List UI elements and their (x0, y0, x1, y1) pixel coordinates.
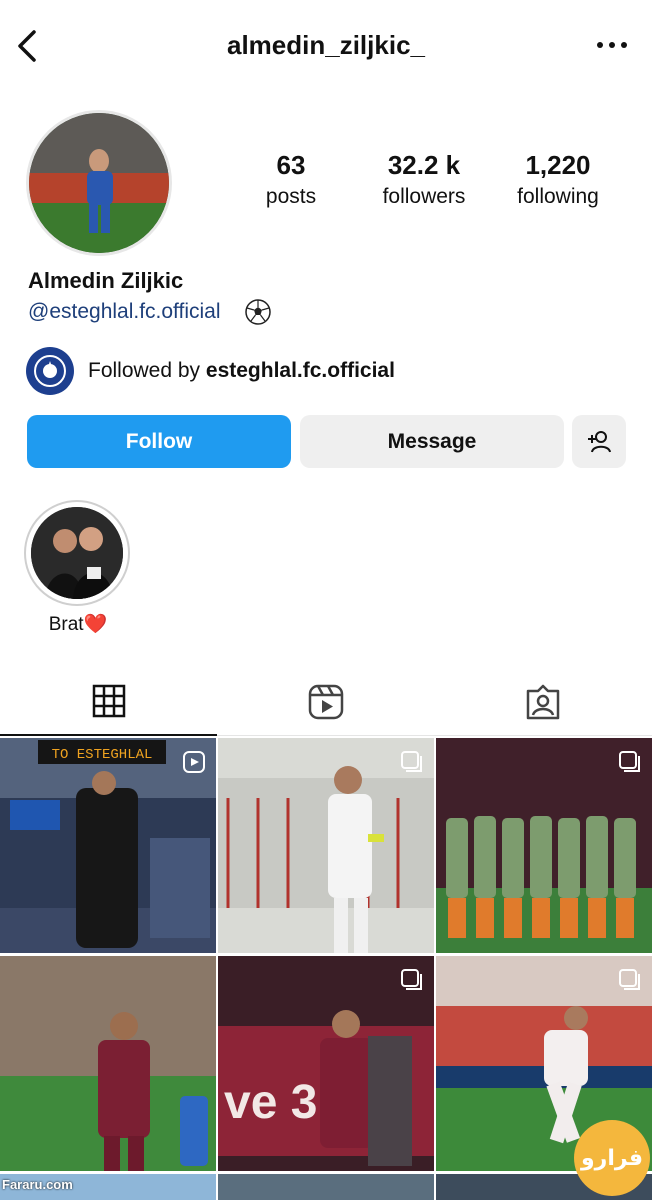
stat-label: following (517, 185, 599, 208)
followed-by-account[interactable]: esteghlal.fc.official (206, 359, 395, 382)
more-horizontal-icon[interactable] (594, 34, 630, 56)
followed-by-prefix: Followed by (88, 359, 206, 382)
stat-label: posts (265, 185, 317, 208)
watermark-logo: فرارو (574, 1120, 650, 1196)
profile-tabs (0, 668, 652, 736)
carousel-icon (619, 751, 640, 772)
reel-icon (183, 751, 205, 773)
stat-value: 63 (276, 150, 306, 180)
followed-by-row[interactable]: Followed by esteghlal.fc.official (26, 347, 626, 395)
followers-count[interactable]: 32.2 k followers (354, 150, 494, 209)
tab-tagged[interactable] (434, 668, 651, 736)
tab-reels[interactable] (217, 668, 434, 736)
carousel-icon (619, 969, 640, 990)
story-highlight[interactable]: Brat❤️ (24, 500, 132, 636)
highlight-cover (31, 507, 123, 599)
carousel-icon (401, 969, 422, 990)
profile-username: almedin_ziljkic_ (227, 30, 425, 60)
post-tile[interactable]: TO ESTEGHLAL (0, 738, 216, 953)
followed-by-avatar (26, 347, 74, 395)
add-user-icon (588, 430, 611, 452)
svg-text:ve 3: ve 3 (224, 1076, 317, 1129)
watermark-text: Fararu.com (2, 1177, 73, 1192)
profile-full-name: Almedin Ziljkic (28, 268, 184, 293)
post-tile[interactable]: ve 3 (218, 956, 434, 1171)
posts-count[interactable]: 63 posts (221, 150, 361, 209)
top-bar: almedin_ziljkic_ (0, 0, 652, 92)
profile-avatar[interactable] (26, 110, 172, 256)
post-tile[interactable] (436, 738, 652, 953)
following-count[interactable]: 1,220 following (488, 150, 628, 209)
stat-value: 32.2 k (387, 150, 461, 180)
stat-value: 1,220 (525, 150, 591, 180)
soccer-ball-icon (245, 299, 271, 325)
grid-icon (92, 684, 125, 718)
tagged-icon (526, 684, 559, 720)
highlight-ring (24, 500, 130, 606)
post-tile[interactable] (218, 1174, 434, 1200)
add-user-button[interactable] (572, 415, 626, 468)
post-tile[interactable] (218, 738, 434, 953)
post-overlay-text: TO ESTEGHLAL (52, 747, 153, 763)
post-tile[interactable] (0, 956, 216, 1171)
highlight-label: Brat❤️ (48, 614, 108, 635)
bio-mention-link[interactable]: @esteghlal.fc.official (28, 300, 221, 324)
follow-button[interactable]: Follow (27, 415, 291, 468)
followed-by-text: Followed by esteghlal.fc.official (88, 359, 395, 383)
tab-grid[interactable] (0, 668, 217, 736)
reels-icon (308, 684, 343, 720)
posts-grid: TO ESTEGHLAL ve 3 (0, 738, 652, 1200)
stat-label: followers (382, 185, 466, 208)
message-button[interactable]: Message (300, 415, 564, 468)
carousel-icon (401, 751, 422, 772)
